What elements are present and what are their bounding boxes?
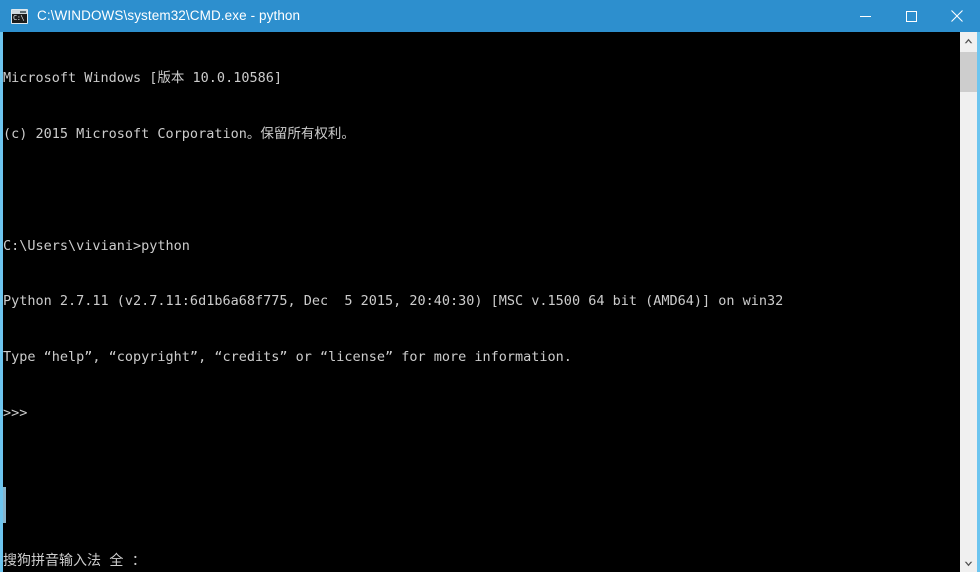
console-line: C:\Users\viviani>python bbox=[3, 237, 190, 254]
scroll-down-button[interactable] bbox=[960, 555, 977, 572]
close-button[interactable] bbox=[934, 0, 980, 32]
cmd-prompt-icon[interactable]: C:\ bbox=[11, 8, 28, 24]
console-line: (c) 2015 Microsoft Corporation。保留所有权利。 bbox=[3, 125, 355, 142]
scroll-up-button[interactable] bbox=[960, 32, 977, 49]
console-text-buffer: Microsoft Windows [版本 10.0.10586] (c) 20… bbox=[3, 32, 958, 460]
minimize-icon bbox=[859, 15, 871, 17]
window-title-text: C:\WINDOWS\system32\CMD.exe - python bbox=[37, 8, 301, 23]
cmd-console-window: C:\ C:\WINDOWS\system32\CMD.exe - python… bbox=[0, 0, 980, 572]
cmd-icon-label: C:\ bbox=[13, 13, 25, 22]
scrollbar-track[interactable] bbox=[960, 49, 977, 555]
vertical-scrollbar[interactable] bbox=[960, 32, 977, 572]
scroll-up-arrow-icon bbox=[964, 38, 973, 43]
close-icon bbox=[951, 10, 963, 22]
ime-status-line: 搜狗拼音输入法 全 ： bbox=[3, 553, 146, 569]
maximize-button[interactable] bbox=[888, 0, 934, 32]
scroll-down-arrow-icon bbox=[964, 561, 973, 566]
maximize-icon bbox=[905, 10, 917, 22]
window-title-bar[interactable]: C:\ C:\WINDOWS\system32\CMD.exe - python bbox=[0, 0, 980, 32]
minimize-button[interactable] bbox=[842, 0, 888, 32]
console-line: Microsoft Windows [版本 10.0.10586] bbox=[3, 70, 282, 87]
python-prompt-line[interactable]: >>> bbox=[3, 404, 958, 423]
scrollbar-thumb[interactable] bbox=[960, 52, 977, 92]
console-output-area[interactable]: Microsoft Windows [版本 10.0.10586] (c) 20… bbox=[0, 32, 980, 572]
console-line: Python 2.7.11 (v2.7.11:6d1b6a68f775, Dec… bbox=[3, 293, 784, 310]
left-edge-artifact bbox=[3, 487, 6, 523]
console-line: Type “help”, “copyright”, “credits” or “… bbox=[3, 349, 572, 366]
